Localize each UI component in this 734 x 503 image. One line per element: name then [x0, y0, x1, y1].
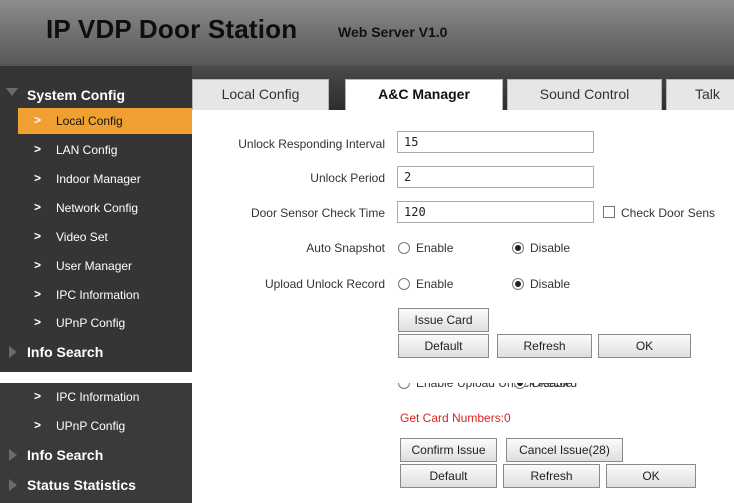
- tab-local-config[interactable]: Local Config: [192, 79, 329, 110]
- default-button[interactable]: Default: [398, 334, 489, 358]
- ok-button[interactable]: OK: [606, 464, 696, 488]
- sidebar-section-label: Status Statistics: [27, 477, 136, 493]
- auto-snapshot-disable-radio[interactable]: [512, 242, 524, 254]
- upload-unlock-label: Upload Unlock Record: [264, 277, 385, 291]
- upload-unlock-enable-radio[interactable]: [398, 278, 410, 290]
- refresh-button[interactable]: Refresh: [497, 334, 592, 358]
- tab-talk[interactable]: Talk: [666, 79, 734, 110]
- sidebar: System Config > Local Config > LAN Confi…: [0, 66, 192, 372]
- chevron-right-icon: >: [34, 171, 42, 185]
- upload-unlock-disable-label: Disable: [532, 383, 573, 390]
- auto-snapshot-disable-label: Disable: [530, 241, 571, 255]
- upload-unlock-enable-radio[interactable]: [398, 383, 410, 389]
- sidebar-info-search[interactable]: Info Search: [0, 338, 192, 366]
- check-door-sensor-label: Check Door Sens: [621, 206, 716, 220]
- sidebar-item-label: UPnP Config: [56, 316, 126, 330]
- sidebar-section-label: Info Search: [27, 447, 104, 463]
- door-sensor-input[interactable]: 120: [397, 201, 594, 223]
- card-numbers-status: Get Card Numbers:0: [400, 411, 511, 425]
- sidebar-item-user-manager[interactable]: > User Manager: [18, 253, 192, 279]
- collapsed-triangle-icon: [9, 449, 17, 461]
- screenshot-separator: [0, 372, 734, 383]
- app-title: IP VDP Door Station: [46, 14, 298, 44]
- chevron-right-icon: >: [34, 258, 42, 272]
- app-version: Web Server V1.0: [338, 24, 448, 40]
- default-button[interactable]: Default: [400, 464, 497, 488]
- unlock-interval-label: Unlock Responding Interval: [238, 137, 385, 151]
- tab-sound-control[interactable]: Sound Control: [507, 79, 662, 110]
- confirm-issue-button[interactable]: Confirm Issue: [400, 438, 497, 462]
- upload-unlock-enable-label: Enable: [416, 277, 454, 291]
- ok-button[interactable]: OK: [598, 334, 691, 358]
- tab-ac-manager[interactable]: A&C Manager: [345, 79, 503, 110]
- auto-snapshot-enable-label: Enable: [416, 241, 454, 255]
- sidebar-item-ipc-information[interactable]: > IPC Information: [18, 384, 192, 410]
- sidebar-item-ipc-information[interactable]: > IPC Information: [18, 282, 192, 308]
- sidebar-item-label: UPnP Config: [56, 419, 126, 433]
- unlock-interval-input[interactable]: 15: [397, 131, 594, 153]
- sidebar-item-label: IPC Information: [56, 390, 140, 404]
- unlock-period-input[interactable]: 2: [397, 166, 594, 188]
- sidebar-item-label: User Manager: [56, 259, 133, 273]
- sidebar-item-label: LAN Config: [56, 143, 118, 157]
- expand-triangle-icon: [6, 88, 18, 96]
- auto-snapshot-enable-radio[interactable]: [398, 242, 410, 254]
- chevron-right-icon: >: [34, 200, 42, 214]
- sidebar-item-label: IPC Information: [56, 288, 140, 302]
- sidebar-item-label: Video Set: [56, 230, 108, 244]
- chevron-right-icon: >: [34, 113, 42, 127]
- chevron-right-icon: >: [34, 142, 42, 156]
- sidebar-item-upnp-config[interactable]: > UPnP Config: [18, 310, 192, 336]
- sidebar-item-label: Network Config: [56, 201, 139, 215]
- sidebar-status-statistics[interactable]: Status Statistics: [0, 471, 192, 499]
- cancel-issue-button[interactable]: Cancel Issue(28): [506, 438, 623, 462]
- auto-snapshot-label: Auto Snapshot: [306, 241, 385, 255]
- sidebar-item-label: Indoor Manager: [56, 172, 141, 186]
- sidebar-system-config[interactable]: System Config: [0, 81, 192, 109]
- door-sensor-label: Door Sensor Check Time: [250, 206, 385, 220]
- sidebar-item-indoor-manager[interactable]: > Indoor Manager: [18, 166, 192, 192]
- sidebar-item-lan-config[interactable]: > LAN Config: [18, 137, 192, 163]
- chevron-right-icon: >: [34, 287, 42, 301]
- chevron-right-icon: >: [34, 418, 42, 432]
- refresh-button[interactable]: Refresh: [503, 464, 600, 488]
- sidebar-section-label: System Config: [27, 87, 126, 103]
- sidebar-section-label: Info Search: [27, 344, 104, 360]
- sidebar-item-label: Local Config: [56, 114, 123, 128]
- sidebar-item-network-config[interactable]: > Network Config: [18, 195, 192, 221]
- upload-unlock-disable-radio[interactable]: [512, 278, 524, 290]
- collapsed-triangle-icon: [9, 479, 17, 491]
- sidebar-item-upnp-config[interactable]: > UPnP Config: [18, 413, 192, 439]
- chevron-right-icon: >: [34, 315, 42, 329]
- unlock-period-label: Unlock Period: [310, 171, 385, 185]
- chevron-right-icon: >: [34, 229, 42, 243]
- collapsed-triangle-icon: [9, 346, 17, 358]
- chevron-right-icon: >: [34, 389, 42, 403]
- issue-card-button[interactable]: Issue Card: [398, 308, 489, 332]
- upload-unlock-row-cut: Upload Unlock Record Enable Disable: [192, 383, 734, 392]
- sidebar-info-search[interactable]: Info Search: [0, 441, 192, 469]
- check-door-sensor-checkbox[interactable]: [603, 206, 615, 218]
- sidebar-item-video-set[interactable]: > Video Set: [18, 224, 192, 250]
- upload-unlock-enable-label: Enable: [416, 383, 454, 390]
- upload-unlock-disable-label: Disable: [530, 277, 571, 291]
- sidebar-item-local-config[interactable]: > Local Config: [18, 108, 192, 134]
- app-header: IP VDP Door Station Web Server V1.0: [0, 0, 734, 64]
- sidebar-lower: > IPC Information > UPnP Config Info Sea…: [0, 383, 192, 503]
